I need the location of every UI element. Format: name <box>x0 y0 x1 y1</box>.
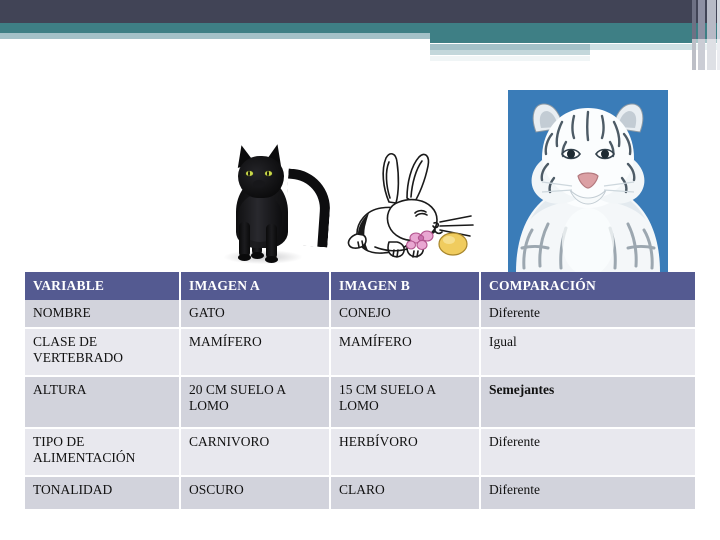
banner-band-teal <box>0 23 720 33</box>
cat-tail <box>283 168 333 248</box>
cat-paw-right <box>265 256 278 263</box>
banner-stripe-fade <box>692 39 720 70</box>
cat-head <box>238 156 284 198</box>
cell-comparacion: Diferente <box>480 476 695 511</box>
decorative-top-banner <box>0 0 720 70</box>
cell-imagen-b: CLARO <box>330 476 481 511</box>
banner-band-teal-right <box>430 33 720 43</box>
banner-band-light-left <box>0 33 430 39</box>
table-row: CLASE DE VERTEBRADO MAMÍFERO MAMÍFERO Ig… <box>25 328 695 377</box>
table-row: TIPO DE ALIMENTACIÓN CARNIVORO HERBÍVORO… <box>25 428 695 477</box>
column-header-imagen-b[interactable]: IMAGEN B <box>330 272 481 300</box>
cat-front-left-leg <box>239 222 250 258</box>
cell-imagen-a: GATO <box>180 300 331 329</box>
cell-imagen-b: MAMÍFERO <box>330 328 481 377</box>
column-header-variable[interactable]: VARIABLE <box>25 272 181 300</box>
cell-imagen-b: CONEJO <box>330 300 481 329</box>
table-header-row: VARIABLE IMAGEN A IMAGEN B COMPARACIÓN <box>25 272 695 300</box>
cell-imagen-a: MAMÍFERO <box>180 328 331 377</box>
banner-band-navy <box>0 0 720 23</box>
cell-comparacion: Igual <box>480 328 695 377</box>
table-row: TONALIDAD OSCURO CLARO Diferente <box>25 476 695 511</box>
cell-comparacion: Diferente <box>480 428 695 477</box>
banner-band-light-three <box>430 50 590 55</box>
cell-imagen-b: 15 CM SUELO A LOMO <box>330 376 481 429</box>
cat-paw-left <box>238 254 251 261</box>
cell-imagen-b: HERBÍVORO <box>330 428 481 477</box>
rabbit-golden-egg <box>438 232 468 256</box>
comparison-table: VARIABLE IMAGEN A IMAGEN B COMPARACIÓN N… <box>25 272 695 511</box>
banner-band-pale-two <box>430 56 590 61</box>
table-row: NOMBRE GATO CONEJO Diferente <box>25 300 695 329</box>
cat-front-right-leg <box>266 224 277 260</box>
cell-variable: TONALIDAD <box>25 476 181 511</box>
rabbit-line-art <box>347 153 474 258</box>
cell-variable: NOMBRE <box>25 300 181 329</box>
tiger-illustration <box>508 90 668 272</box>
cat-muzzle <box>253 180 265 188</box>
column-header-comparacion[interactable]: COMPARACIÓN <box>480 272 695 300</box>
cell-variable: CLASE DE VERTEBRADO <box>25 328 181 377</box>
white-tiger-art <box>508 90 668 272</box>
cell-imagen-a: OSCURO <box>180 476 331 511</box>
cell-variable: ALTURA <box>25 376 181 429</box>
cell-comparacion: Semejantes <box>480 376 695 429</box>
cell-comparacion: Diferente <box>480 300 695 329</box>
rabbit-illustration <box>345 150 475 268</box>
illustrations-area <box>0 70 720 272</box>
cat-paw-back <box>251 252 264 259</box>
cat-pupil-left <box>248 171 250 176</box>
column-header-imagen-a[interactable]: IMAGEN A <box>180 272 331 300</box>
cat-pupil-right <box>267 171 269 176</box>
cell-imagen-a: 20 CM SUELO A LOMO <box>180 376 331 429</box>
table-row: ALTURA 20 CM SUELO A LOMO 15 CM SUELO A … <box>25 376 695 429</box>
cell-variable: TIPO DE ALIMENTACIÓN <box>25 428 181 477</box>
cat-illustration <box>218 142 333 270</box>
cell-imagen-a: CARNIVORO <box>180 428 331 477</box>
